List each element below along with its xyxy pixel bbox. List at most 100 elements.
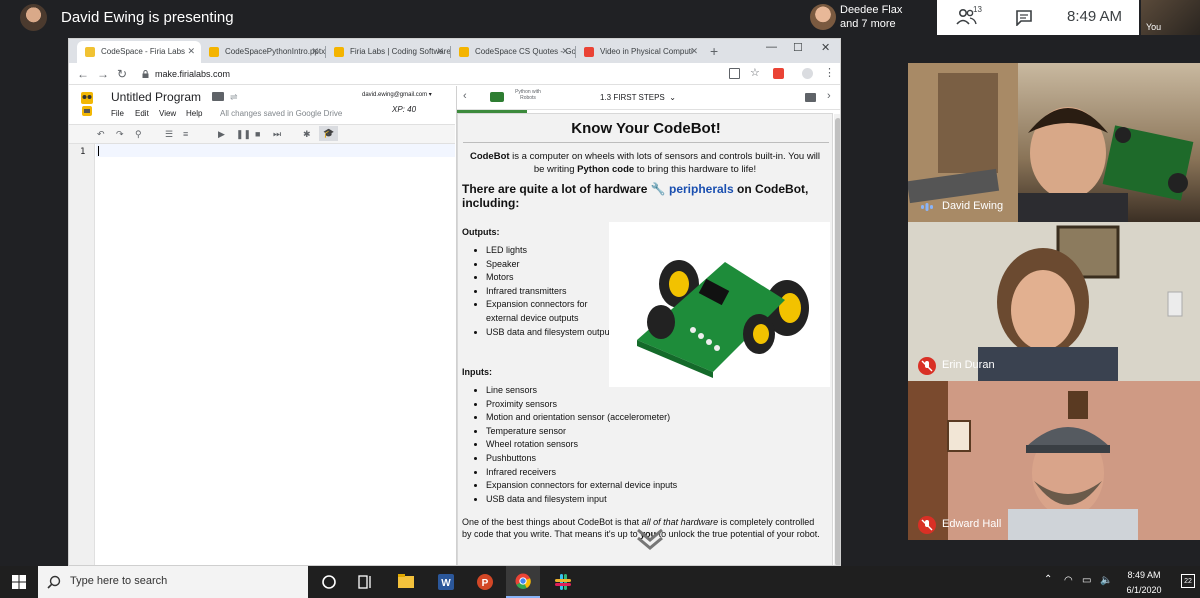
tray-clock-time[interactable]: 8:49 AM xyxy=(1124,570,1164,580)
volume-icon[interactable]: 🔈 xyxy=(1100,575,1112,586)
format-icon[interactable]: ≡ xyxy=(183,129,188,139)
star-icon[interactable]: ☆ xyxy=(750,66,760,79)
profile-icon[interactable] xyxy=(802,68,813,79)
text-cursor xyxy=(98,146,99,156)
step-icon[interactable]: ⏭ xyxy=(273,129,281,140)
tab-label: CodeSpace CS Quotes - Go xyxy=(475,47,575,56)
word-icon[interactable]: W xyxy=(429,566,463,598)
pause-icon[interactable]: ❚❚ xyxy=(236,129,251,140)
menu-edit[interactable]: Edit xyxy=(135,109,149,118)
folder-icon[interactable] xyxy=(212,92,224,101)
prev-lesson-icon[interactable]: ‹ xyxy=(463,90,467,102)
chrome-icon[interactable] xyxy=(506,566,540,598)
taskbar: Type here to search W P ⌃ ◠ ▭ 🔈 22 xyxy=(0,566,1200,598)
svg-text:P: P xyxy=(482,578,489,589)
code-editor[interactable] xyxy=(96,144,455,565)
user-email[interactable]: david.ewing@gmail.com ▾ xyxy=(362,91,432,98)
peripherals-link[interactable]: 🔧 peripherals xyxy=(651,182,734,196)
network-icon[interactable]: ▭ xyxy=(1082,575,1091,586)
windows-start-icon[interactable] xyxy=(12,575,26,589)
notifications-icon[interactable]: 22 xyxy=(1181,574,1195,588)
close-window-button[interactable]: ✕ xyxy=(821,41,830,54)
closing-text: One of the best things about CodeBot is … xyxy=(462,517,642,527)
file-explorer-icon[interactable] xyxy=(389,566,423,598)
chevron-up-icon[interactable]: ⌃ xyxy=(1044,574,1052,585)
back-icon[interactable]: ← xyxy=(77,67,89,81)
slack-icon[interactable] xyxy=(546,566,580,598)
codebot-image xyxy=(609,222,830,387)
favicon-icon xyxy=(209,47,219,57)
course-name: Python with Robots xyxy=(515,89,541,101)
address-bar: ← → ↻ make.firialabs.com ☆ ⋮ xyxy=(69,63,840,85)
video-tile-david[interactable]: David Ewing xyxy=(908,63,1200,222)
cast-icon[interactable] xyxy=(729,68,740,79)
close-icon[interactable]: ✕ xyxy=(311,46,319,57)
graduation-cap-icon[interactable]: 🎓 xyxy=(319,126,339,141)
intro-text: to bring this hardware to life! xyxy=(634,164,757,175)
wifi-icon[interactable]: ◠ xyxy=(1064,575,1073,586)
usb-icon[interactable]: ⇌ xyxy=(230,92,238,103)
list-item: Expansion connectors for external device… xyxy=(486,298,616,325)
cortana-icon[interactable] xyxy=(312,566,346,598)
reload-icon[interactable]: ↻ xyxy=(117,67,127,81)
close-icon[interactable]: ✕ xyxy=(690,46,698,57)
lesson-pane: ‹ Python with Robots 1.3 FIRST STEPS ⌄ ›… xyxy=(456,86,840,565)
video-tile-edward[interactable]: Edward Hall xyxy=(908,381,1200,540)
lock-icon xyxy=(142,70,149,78)
search-icon[interactable]: ⚲ xyxy=(135,129,142,140)
forward-icon[interactable]: → xyxy=(97,67,109,81)
participants-summary[interactable]: Deedee Flax and 7 more xyxy=(808,0,936,35)
task-view-icon[interactable] xyxy=(348,566,382,598)
tab-quotes[interactable]: CodeSpace CS Quotes - Go ✕ xyxy=(451,41,575,63)
indent-icon[interactable]: ☰ xyxy=(165,129,173,140)
debug-icon[interactable]: ✱ xyxy=(303,129,311,140)
list-item: USB data and filesystem input xyxy=(486,493,786,507)
next-lesson-icon[interactable]: › xyxy=(827,90,831,102)
menu-icon[interactable]: ⋮ xyxy=(824,66,835,79)
menu-file[interactable]: File xyxy=(111,109,124,118)
closing-text: to unlock the true potential of your rob… xyxy=(656,529,820,539)
program-title[interactable]: Untitled Program xyxy=(111,90,201,104)
close-icon[interactable]: ✕ xyxy=(187,46,195,57)
speaking-indicator-icon xyxy=(921,203,933,211)
list-item: Proximity sensors xyxy=(486,398,786,412)
stop-icon[interactable]: ■ xyxy=(255,129,260,139)
toolbox-icon[interactable] xyxy=(805,93,816,102)
list-item: LED lights xyxy=(486,244,616,258)
scroll-down-icon[interactable] xyxy=(635,527,665,551)
extension-icon[interactable] xyxy=(773,68,784,79)
link-text: peripherals xyxy=(669,182,734,196)
scrollbar[interactable] xyxy=(834,114,840,565)
minimize-button[interactable]: — xyxy=(766,41,777,53)
chat-icon[interactable] xyxy=(1015,9,1033,26)
active-line xyxy=(96,144,455,157)
tray-clock-date[interactable]: 6/1/2020 xyxy=(1120,585,1168,595)
lesson-content: Know Your CodeBot! CodeBot is a computer… xyxy=(457,113,833,565)
close-icon[interactable]: ✕ xyxy=(436,46,444,57)
maximize-button[interactable]: ☐ xyxy=(793,41,803,54)
video-tile-erin[interactable]: Erin Duran xyxy=(908,222,1200,381)
undo-icon[interactable]: ↶ xyxy=(97,129,105,140)
redo-icon[interactable]: ↷ xyxy=(116,129,124,140)
url-field[interactable]: make.firialabs.com xyxy=(155,69,230,79)
taskbar-search[interactable]: Type here to search xyxy=(38,566,308,598)
tab-firia[interactable]: Firia Labs | Coding Software ✕ xyxy=(326,41,450,63)
mic-off-icon xyxy=(918,357,936,375)
tab-pptx[interactable]: CodeSpacePythonIntro.pptx ✕ xyxy=(201,41,325,63)
close-icon[interactable]: ✕ xyxy=(561,46,569,57)
xp-counter: XP: 40 xyxy=(392,105,417,114)
participant-video xyxy=(908,381,1200,540)
list-item: USB data and filesystem output xyxy=(486,326,616,340)
lesson-step-selector[interactable]: 1.3 FIRST STEPS ⌄ xyxy=(600,93,676,102)
tab-codespace[interactable]: CodeSpace - Firia Labs ✕ xyxy=(77,41,201,63)
play-icon[interactable]: ▶ xyxy=(218,129,225,140)
powerpoint-icon[interactable]: P xyxy=(468,566,502,598)
new-tab-button[interactable]: + xyxy=(710,43,718,59)
scrollbar-thumb[interactable] xyxy=(835,118,840,565)
tab-video[interactable]: Video in Physical Computi ✕ xyxy=(576,41,704,63)
line-number: 1 xyxy=(80,147,86,157)
menu-view[interactable]: View xyxy=(159,109,176,118)
presenter-avatar xyxy=(20,4,47,31)
robot-logo-icon xyxy=(81,92,93,116)
menu-help[interactable]: Help xyxy=(186,109,202,118)
